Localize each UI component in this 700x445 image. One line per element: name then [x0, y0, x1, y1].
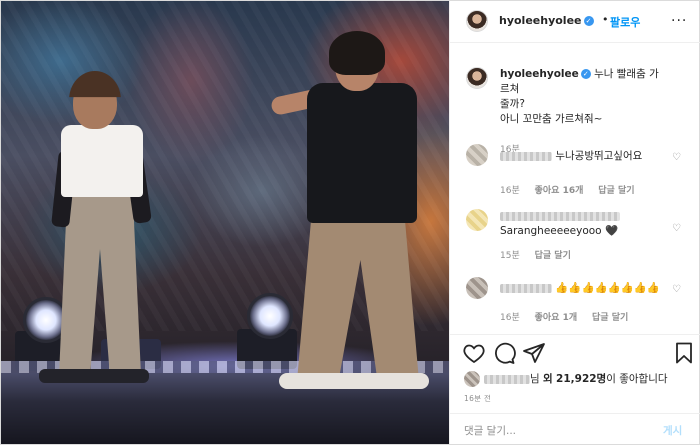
comment-like-icon[interactable]: ♡ — [672, 153, 682, 163]
likes-and-others: 외 — [543, 373, 553, 385]
likes-suffix-name: 님 — [530, 373, 540, 385]
comment-meta: 15분 답글 달기 — [500, 248, 583, 261]
comment-time[interactable]: 16분 — [500, 313, 520, 323]
likes-count[interactable]: 21,922명 — [556, 373, 606, 385]
heart-icon[interactable] — [462, 341, 486, 365]
post-side-panel: hyoleehyolee ✓ • 팔로우 ... hyoleehyolee ✓ 누나… — [449, 1, 700, 444]
comment-likes-count[interactable]: 좋아요 16개 — [535, 186, 584, 196]
dancer-man-hair — [329, 31, 385, 75]
comment-likes-count[interactable]: 좋아요 1개 — [535, 313, 578, 323]
blurred-username[interactable] — [500, 151, 552, 161]
commenter-avatar[interactable] — [466, 144, 488, 166]
verified-badge-icon: ✓ — [580, 69, 591, 79]
post-timestamp[interactable]: 16분 전 — [464, 393, 491, 404]
caption-author-avatar[interactable] — [466, 67, 488, 89]
comment-input[interactable]: 댓글 달기... — [464, 423, 516, 438]
comment-body: 👍👍👍👍👍👍👍👍 — [500, 281, 665, 296]
author-avatar[interactable] — [466, 10, 488, 32]
comment-time[interactable]: 16분 — [500, 186, 520, 196]
comment-text: 누나공방뛰고싶어요 — [555, 150, 643, 162]
more-options-icon[interactable]: ... — [671, 9, 687, 25]
comments-list[interactable]: hyoleehyolee ✓ 누나 빨래춤 가르쳐 줄까? 아니 꼬만춤 가르쳐줘… — [450, 44, 700, 334]
comment-input-bar: 댓글 달기... 게시 — [450, 413, 700, 444]
dancer-man-shoes — [279, 373, 429, 389]
comment-meta: 16분 좋아요 16개 답글 달기 — [500, 183, 647, 196]
caption-text-line2: 줄까? — [500, 98, 525, 110]
caption-text-line3: 아니 꼬만춤 가르쳐줘~ — [500, 113, 603, 125]
caption-username[interactable]: hyoleehyolee — [500, 68, 579, 80]
post-comment-button[interactable]: 게시 — [663, 423, 682, 438]
reply-button[interactable]: 답글 달기 — [535, 251, 571, 261]
dancer-man-shirt — [307, 83, 417, 223]
share-icon[interactable] — [522, 341, 546, 365]
comment-text: 👍👍👍👍👍👍👍👍 — [555, 282, 660, 294]
comment-time[interactable]: 15분 — [500, 251, 520, 261]
comment-like-icon[interactable]: ♡ — [672, 285, 682, 295]
reply-button[interactable]: 답글 달기 — [598, 186, 634, 196]
comment-meta: 16분 좋아요 1개 답글 달기 — [500, 310, 640, 323]
author-username-row[interactable]: hyoleehyolee ✓ — [499, 14, 594, 27]
comment-icon[interactable] — [492, 341, 516, 365]
dancer-woman-shoes — [39, 369, 149, 383]
reply-button[interactable]: 답글 달기 — [592, 313, 628, 323]
follow-button[interactable]: 팔로우 — [610, 14, 640, 30]
comment-body: Sarangheeeeeyooo 🖤 — [500, 209, 665, 239]
commenter-avatar[interactable] — [466, 209, 488, 231]
post-header: hyoleehyolee ✓ • 팔로우 ... — [450, 1, 700, 43]
bookmark-icon[interactable] — [672, 341, 696, 365]
blurred-liker-name[interactable] — [484, 374, 530, 384]
caption-body: hyoleehyolee ✓ 누나 빨래춤 가르쳐 줄까? 아니 꼬만춤 가르쳐줘… — [500, 67, 665, 127]
author-username[interactable]: hyoleehyolee — [499, 14, 582, 27]
verified-badge-icon: ✓ — [583, 16, 594, 26]
comment-body: 누나공방뛰고싶어요 — [500, 149, 665, 164]
dancer-woman-shirt — [61, 125, 143, 197]
commenter-avatar[interactable] — [466, 277, 488, 299]
likes-summary[interactable]: 님 외 21,922명이 좋아합니다 — [464, 371, 668, 387]
post-photo[interactable] — [1, 1, 449, 444]
likes-tail: 이 좋아합니다 — [606, 373, 668, 385]
liker-avatar[interactable] — [464, 371, 480, 387]
stage-light — [247, 293, 293, 339]
blurred-username[interactable] — [500, 211, 620, 221]
blurred-username[interactable] — [500, 283, 552, 293]
separator-dot: • — [602, 13, 609, 26]
comment-like-icon[interactable]: ♡ — [672, 224, 682, 234]
comment-text: Sarangheeeeeyooo 🖤 — [500, 225, 619, 237]
